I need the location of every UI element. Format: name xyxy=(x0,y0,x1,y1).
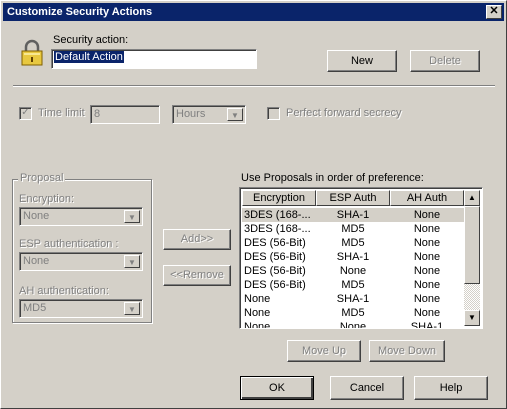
move-up-button[interactable]: Move Up xyxy=(287,340,361,362)
table-row[interactable]: 3DES (168-... MD5 None xyxy=(242,222,464,236)
encryption-label: Encryption: xyxy=(19,193,75,205)
cell-ah-auth: None xyxy=(413,293,441,305)
ah-auth-select[interactable]: MD5 ▼ xyxy=(19,299,143,318)
cell-encryption: DES (56-Bit) xyxy=(244,237,306,249)
time-limit-unit-select[interactable]: Hours ▼ xyxy=(172,105,246,124)
time-limit-checkbox[interactable]: ✓ xyxy=(19,107,32,120)
cell-esp-auth: MD5 xyxy=(341,237,365,249)
delete-button[interactable]: Delete xyxy=(410,50,480,72)
customize-security-actions-dialog: Customize Security Actions ✕ Security ac… xyxy=(0,0,507,409)
cell-esp-auth: MD5 xyxy=(341,307,365,319)
security-action-label: Security action: xyxy=(53,34,129,46)
chevron-down-icon: ▼ xyxy=(124,302,140,315)
cell-ah-auth: None xyxy=(413,223,441,235)
window-title: Customize Security Actions xyxy=(7,6,153,18)
cell-esp-auth: MD5 xyxy=(341,223,365,235)
table-row[interactable]: None None SHA-1 xyxy=(242,320,464,329)
table-row[interactable]: DES (56-Bit) None None xyxy=(242,264,464,278)
cell-ah-auth: None xyxy=(413,279,441,291)
column-header-esp-auth[interactable]: ESP Auth xyxy=(316,190,390,206)
cancel-button[interactable]: Cancel xyxy=(330,376,404,400)
time-limit-label: Time limit xyxy=(38,107,85,119)
move-down-button[interactable]: Move Down xyxy=(369,340,445,362)
ah-auth-label: AH authentication: xyxy=(19,285,109,297)
cell-ah-auth: None xyxy=(413,209,441,221)
table-row[interactable]: DES (56-Bit) MD5 None xyxy=(242,236,464,250)
cell-encryption: None xyxy=(244,293,271,305)
cell-ah-auth: None xyxy=(413,307,441,319)
add-button[interactable]: Add>> xyxy=(163,229,231,250)
remove-button[interactable]: <<Remove xyxy=(163,265,231,286)
cell-esp-auth: None xyxy=(339,265,367,277)
scroll-up-icon[interactable]: ▲ xyxy=(464,190,480,206)
chevron-down-icon: ▼ xyxy=(124,255,140,268)
table-row[interactable]: DES (56-Bit) SHA-1 None xyxy=(242,250,464,264)
vertical-scrollbar[interactable]: ▲ ▼ xyxy=(464,190,480,326)
cell-esp-auth: SHA-1 xyxy=(336,293,370,305)
cell-esp-auth: None xyxy=(339,321,367,329)
pfs-checkbox[interactable] xyxy=(267,107,280,120)
cell-esp-auth: SHA-1 xyxy=(336,209,370,221)
table-row[interactable]: None MD5 None xyxy=(242,306,464,320)
close-button[interactable]: ✕ xyxy=(486,5,502,19)
proposals-list-label: Use Proposals in order of preference: xyxy=(241,172,424,184)
cell-encryption: DES (56-Bit) xyxy=(244,251,306,263)
proposal-group-label: Proposal xyxy=(18,172,66,184)
title-bar: Customize Security Actions ✕ xyxy=(3,3,504,21)
proposals-list[interactable]: Encryption ESP Auth AH Auth 3DES (168-..… xyxy=(239,187,483,329)
cell-ah-auth: SHA-1 xyxy=(410,321,444,329)
cell-encryption: DES (56-Bit) xyxy=(244,265,306,277)
cell-encryption: None xyxy=(244,307,271,319)
cell-encryption: DES (56-Bit) xyxy=(244,279,306,291)
table-row[interactable]: 3DES (168-... SHA-1 None xyxy=(242,208,464,222)
chevron-down-icon: ▼ xyxy=(227,108,243,121)
security-action-input[interactable]: Default Action xyxy=(51,49,257,69)
separator xyxy=(13,85,495,87)
cell-esp-auth: SHA-1 xyxy=(336,251,370,263)
esp-auth-select[interactable]: None ▼ xyxy=(19,252,143,271)
ok-button[interactable]: OK xyxy=(240,376,314,400)
column-header-encryption[interactable]: Encryption xyxy=(242,190,316,206)
pfs-label: Perfect forward secrecy xyxy=(286,107,402,119)
column-header-ah-auth[interactable]: AH Auth xyxy=(390,190,464,206)
new-button[interactable]: New xyxy=(327,50,397,72)
cell-ah-auth: None xyxy=(413,237,441,249)
cell-encryption: 3DES (168-... xyxy=(244,223,311,235)
table-row[interactable]: None SHA-1 None xyxy=(242,292,464,306)
esp-auth-label: ESP authentication : xyxy=(19,238,119,250)
encryption-select[interactable]: None ▼ xyxy=(19,207,143,226)
lock-icon xyxy=(21,39,43,66)
cell-ah-auth: None xyxy=(413,265,441,277)
scrollbar-thumb[interactable] xyxy=(464,206,480,284)
table-row[interactable]: DES (56-Bit) MD5 None xyxy=(242,278,464,292)
security-action-value: Default Action xyxy=(54,51,124,63)
chevron-down-icon: ▼ xyxy=(124,210,140,223)
cell-encryption: 3DES (168-... xyxy=(244,209,311,221)
cell-ah-auth: None xyxy=(413,251,441,263)
help-button[interactable]: Help xyxy=(414,376,488,400)
time-limit-input[interactable]: 8 xyxy=(90,105,160,124)
scroll-down-icon[interactable]: ▼ xyxy=(464,310,480,326)
cell-esp-auth: MD5 xyxy=(341,279,365,291)
cell-encryption: None xyxy=(244,321,271,329)
